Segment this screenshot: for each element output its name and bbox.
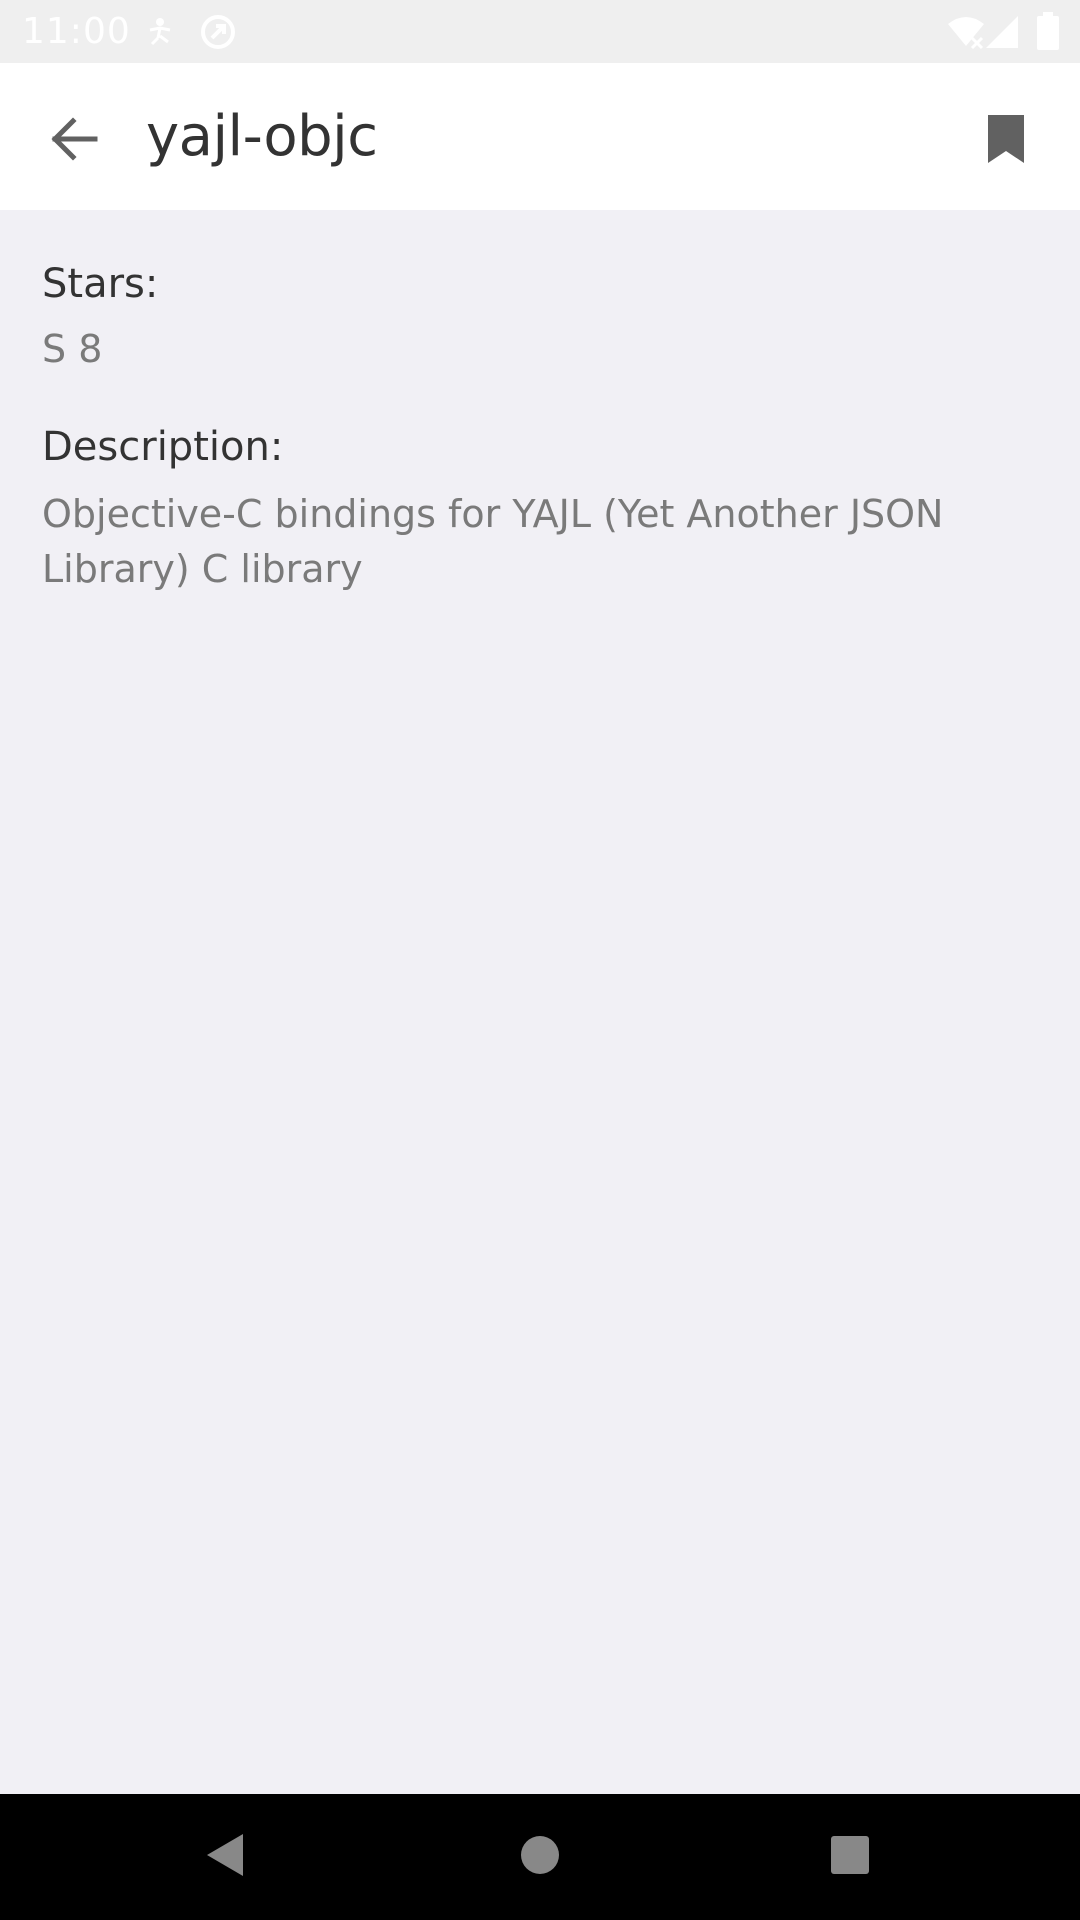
app-bar: yajl-objc [0, 63, 1080, 210]
status-time: 11:00 [22, 11, 131, 52]
repo-details: Stars: S 8 Description: Objective-C bind… [42, 250, 1042, 597]
description-value: Objective-C bindings for YAJL (Yet Anoth… [42, 492, 944, 591]
nav-home-button[interactable] [505, 1822, 575, 1892]
signal-icon [984, 14, 1020, 54]
screen: 11:00 yajl-objc Stars: S 8 Description: … [0, 0, 1080, 1920]
recents-square-icon [829, 1834, 871, 1880]
home-circle-icon [519, 1834, 561, 1880]
bookmark-button[interactable] [966, 101, 1046, 181]
nav-recents-button[interactable] [815, 1822, 885, 1892]
bookmark-icon [986, 115, 1026, 167]
stars-value: S 8 [42, 327, 103, 371]
back-triangle-icon [203, 1832, 247, 1882]
status-bar: 11:00 [0, 0, 1080, 63]
system-nav-bar [0, 1794, 1080, 1920]
battery-icon [1036, 12, 1060, 56]
sync-icon [198, 12, 238, 56]
wifi-off-icon [946, 14, 986, 54]
description-label: Description: [42, 424, 284, 470]
arrow-back-icon [49, 117, 99, 165]
page-title: yajl-objc [146, 104, 378, 169]
back-button[interactable] [34, 101, 114, 181]
nav-back-button[interactable] [190, 1822, 260, 1892]
stars-label: Stars: [42, 261, 159, 307]
accessibility-icon [146, 16, 176, 50]
